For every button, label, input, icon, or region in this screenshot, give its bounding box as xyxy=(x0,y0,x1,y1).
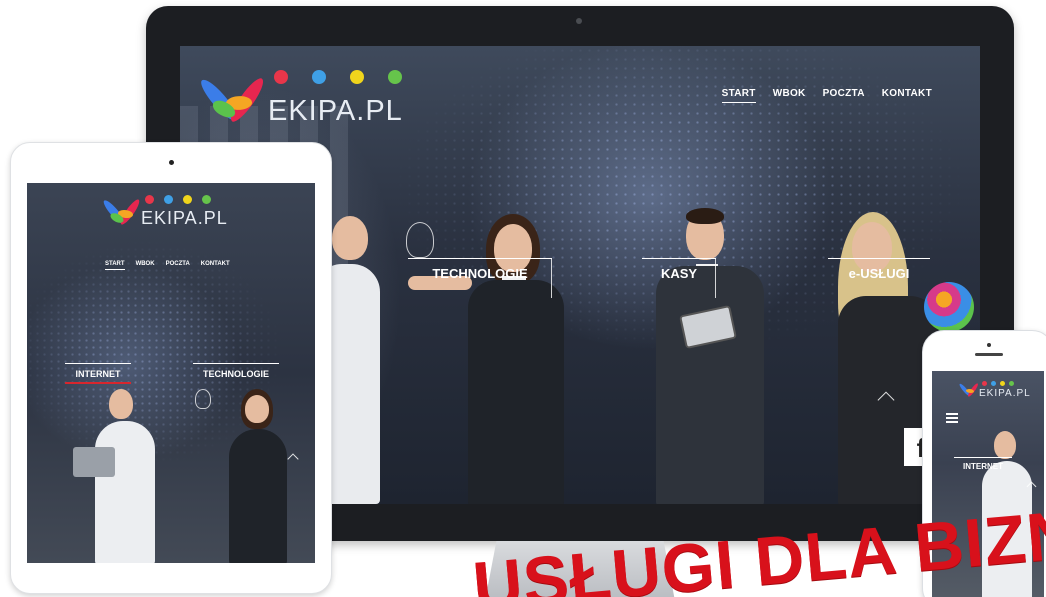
nav-kontakt[interactable]: KONTAKT xyxy=(201,261,230,270)
wifi-icon xyxy=(982,381,987,386)
desktop-logo[interactable]: EKIPA.PL xyxy=(197,70,403,128)
gear-icon xyxy=(202,195,211,204)
monitor-camera xyxy=(576,18,582,24)
lightbulb-icon xyxy=(406,222,434,258)
nav-wbok[interactable]: WBOK xyxy=(773,88,806,103)
globe-apps-icon xyxy=(924,282,974,332)
logo-x-icon xyxy=(197,70,269,128)
desktop-nav: START WBOK POCZTA KONTAKT xyxy=(721,88,932,103)
logo-dots xyxy=(982,381,1018,386)
wifi-icon xyxy=(274,70,288,84)
tablet-camera xyxy=(169,160,174,165)
service-technologie[interactable]: TECHNOLOGIE xyxy=(193,363,279,379)
phone-speaker xyxy=(975,353,1003,356)
label-bracket xyxy=(642,258,716,298)
nav-start[interactable]: START xyxy=(721,88,756,103)
tablet-screen: EKIPA.PL START WBOK POCZTA KONTAKT INTER… xyxy=(27,183,315,563)
logo-x-icon xyxy=(958,381,980,399)
chat-icon xyxy=(1000,381,1005,386)
gear-icon xyxy=(1009,381,1014,386)
monitor-icon xyxy=(991,381,996,386)
tablet-logo[interactable]: EKIPA.PL xyxy=(101,195,228,229)
service-internet-label: INTERNET xyxy=(963,462,1003,471)
phone-logo[interactable]: EKIPA.PL xyxy=(958,381,1031,399)
nav-start[interactable]: START xyxy=(105,261,125,270)
logo-dots xyxy=(145,195,221,204)
service-e-uslugi[interactable]: e-USŁUGI xyxy=(828,258,930,281)
logo-x-icon xyxy=(101,195,143,229)
tablet-nav: START WBOK POCZTA KONTAKT xyxy=(105,261,230,270)
monitor-icon xyxy=(164,195,173,204)
lightbulb-icon xyxy=(195,389,211,409)
service-internet-label: INTERNET xyxy=(75,369,121,379)
nav-poczta[interactable]: POCZTA xyxy=(823,88,865,103)
active-underline xyxy=(65,382,131,384)
logo-text: EKIPA.PL xyxy=(141,208,228,228)
logo-dots xyxy=(274,70,426,84)
logo-text: EKIPA.PL xyxy=(979,388,1031,399)
person-woman-technologie xyxy=(217,389,297,563)
nav-poczta[interactable]: POCZTA xyxy=(166,261,190,270)
person-man-laptop xyxy=(55,389,165,563)
chat-icon xyxy=(183,195,192,204)
phone-camera xyxy=(987,343,991,347)
chat-icon xyxy=(350,70,364,84)
gear-icon xyxy=(388,70,402,84)
person-man-kasy xyxy=(642,208,782,504)
laptop-icon xyxy=(73,447,115,477)
monitor-icon xyxy=(312,70,326,84)
label-bracket xyxy=(408,258,552,298)
service-internet[interactable]: INTERNET xyxy=(65,363,131,384)
hamburger-menu-icon[interactable] xyxy=(946,413,958,425)
wifi-icon xyxy=(145,195,154,204)
tablet-device: EKIPA.PL START WBOK POCZTA KONTAKT INTER… xyxy=(10,142,332,594)
stage: EKIPA.PL START WBOK POCZTA KONTAKT TECHN… xyxy=(0,0,1046,597)
service-internet[interactable]: INTERNET xyxy=(954,457,1012,471)
nav-kontakt[interactable]: KONTAKT xyxy=(882,88,932,103)
service-e-uslugi-label: e-USŁUGI xyxy=(848,266,910,281)
service-technologie-label: TECHNOLOGIE xyxy=(202,369,269,379)
logo-text: EKIPA.PL xyxy=(268,95,403,127)
nav-wbok[interactable]: WBOK xyxy=(136,261,155,270)
